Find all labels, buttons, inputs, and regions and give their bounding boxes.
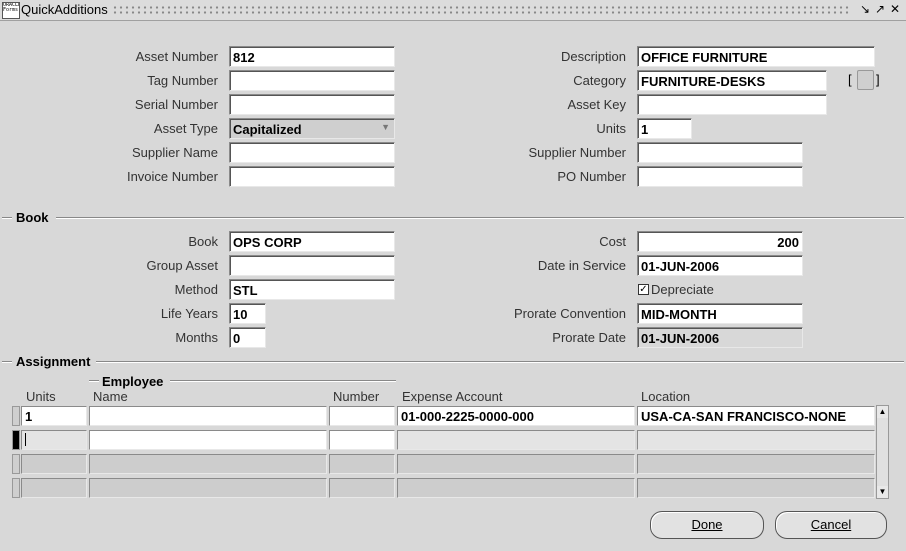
- flexfield-bracket-close: ]: [876, 72, 880, 87]
- asset-type-label: Asset Type: [153, 121, 218, 136]
- employee-group-rule-right: [170, 380, 396, 382]
- depreciate-checkbox[interactable]: ✓: [638, 284, 649, 295]
- scroll-up-icon[interactable]: ▲: [877, 406, 888, 418]
- prorate-convention-label: Prorate Convention: [513, 306, 626, 321]
- row-selector[interactable]: [12, 406, 20, 426]
- employee-name-cell[interactable]: [89, 430, 327, 450]
- date-in-service-label: Date in Service: [537, 258, 626, 273]
- assignment-section-title: Assignment: [16, 354, 91, 369]
- book-divider-left: [2, 217, 12, 219]
- window-titlebar: ORACLE Forms QuickAdditions ↘ ↗ ✕: [0, 0, 906, 21]
- expense-account-cell[interactable]: [397, 478, 635, 498]
- category-label: Category: [573, 73, 626, 88]
- asset-type-select[interactable]: Capitalized ▼: [229, 118, 395, 139]
- employee-group-header: Employee: [102, 374, 164, 389]
- units-label: Units: [596, 121, 626, 136]
- tag-number-field[interactable]: [229, 70, 395, 91]
- asset-key-label: Asset Key: [567, 97, 626, 112]
- supplier-name-label: Supplier Name: [132, 145, 218, 160]
- group-asset-field[interactable]: [229, 255, 395, 276]
- titlebar-texture: [112, 5, 850, 14]
- units-cell[interactable]: [21, 430, 87, 450]
- employee-name-cell[interactable]: [89, 406, 327, 426]
- book-section-title: Book: [16, 210, 49, 225]
- life-years-label: Life Years: [160, 306, 218, 321]
- cost-field[interactable]: 200: [637, 231, 803, 252]
- cost-label: Cost: [599, 234, 626, 249]
- employee-group-rule-left: [89, 380, 99, 382]
- row-selector-current[interactable]: [12, 430, 20, 450]
- employee-number-cell[interactable]: [329, 430, 395, 450]
- maximize-icon[interactable]: ↗: [873, 2, 887, 16]
- po-number-field[interactable]: [637, 166, 803, 187]
- depreciate-label: Depreciate: [651, 282, 714, 297]
- supplier-number-field[interactable]: [637, 142, 803, 163]
- row-selector[interactable]: [12, 454, 20, 474]
- col-expense-account-header: Expense Account: [402, 389, 503, 404]
- col-units-header: Units: [26, 389, 56, 404]
- location-cell[interactable]: [637, 430, 875, 450]
- po-number-label: PO Number: [557, 169, 626, 184]
- col-location-header: Location: [641, 389, 691, 404]
- employee-name-cell[interactable]: [89, 478, 327, 498]
- serial-number-field[interactable]: [229, 94, 395, 115]
- group-asset-label: Group Asset: [146, 258, 218, 273]
- asset-number-label: Asset Number: [135, 49, 218, 64]
- expense-account-cell[interactable]: [397, 430, 635, 450]
- assignment-scrollbar[interactable]: ▲ ▼: [876, 405, 889, 499]
- done-button[interactable]: Done: [650, 511, 764, 539]
- category-field[interactable]: FURNITURE-DESKS: [637, 70, 827, 91]
- method-field[interactable]: STL: [229, 279, 395, 300]
- invoice-number-field[interactable]: [229, 166, 395, 187]
- asset-key-field[interactable]: [637, 94, 827, 115]
- employee-number-cell[interactable]: [329, 454, 395, 474]
- expense-account-cell[interactable]: 01-000-2225-0000-000: [397, 406, 635, 426]
- expense-account-cell[interactable]: [397, 454, 635, 474]
- units-cell[interactable]: 1: [21, 406, 87, 426]
- tag-number-label: Tag Number: [147, 73, 218, 88]
- asset-type-value: Capitalized: [233, 122, 302, 137]
- descriptive-flexfield-button[interactable]: [857, 70, 874, 90]
- prorate-date-field: 01-JUN-2006: [637, 327, 803, 348]
- employee-number-cell[interactable]: [329, 478, 395, 498]
- units-field[interactable]: 1: [637, 118, 692, 139]
- assignment-divider: [96, 361, 904, 363]
- method-label: Method: [174, 282, 218, 297]
- units-cell[interactable]: [21, 454, 87, 474]
- flexfield-bracket-open: [: [848, 72, 852, 87]
- employee-name-cell[interactable]: [89, 454, 327, 474]
- chevron-down-icon[interactable]: ▼: [381, 122, 390, 132]
- months-label: Months: [175, 330, 218, 345]
- units-cell[interactable]: [21, 478, 87, 498]
- row-selector[interactable]: [12, 478, 20, 498]
- description-label: Description: [560, 49, 626, 64]
- book-label: Book: [188, 234, 218, 249]
- supplier-name-field[interactable]: [229, 142, 395, 163]
- invoice-number-label: Invoice Number: [126, 169, 218, 184]
- date-in-service-field[interactable]: 01-JUN-2006: [637, 255, 803, 276]
- location-cell[interactable]: USA-CA-SAN FRANCISCO-NONE: [637, 406, 875, 426]
- cancel-button[interactable]: Cancel: [775, 511, 887, 539]
- book-field[interactable]: OPS CORP: [229, 231, 395, 252]
- serial-number-label: Serial Number: [134, 97, 218, 112]
- oracle-forms-icon: ORACLE Forms: [2, 2, 20, 19]
- col-name-header: Name: [93, 389, 128, 404]
- col-number-header: Number: [333, 389, 380, 404]
- description-field[interactable]: OFFICE FURNITURE: [637, 46, 875, 67]
- window-title: QuickAdditions: [21, 2, 108, 17]
- location-cell[interactable]: [637, 454, 875, 474]
- supplier-number-label: Supplier Number: [528, 145, 626, 160]
- asset-number-field[interactable]: 812: [229, 46, 395, 67]
- assignment-divider-left: [2, 361, 12, 363]
- employee-number-cell[interactable]: [329, 406, 395, 426]
- months-field[interactable]: 0: [229, 327, 266, 348]
- location-cell[interactable]: [637, 478, 875, 498]
- book-divider: [56, 217, 904, 219]
- life-years-field[interactable]: 10: [229, 303, 266, 324]
- prorate-date-label: Prorate Date: [552, 330, 626, 345]
- close-icon[interactable]: ✕: [888, 2, 902, 16]
- minimize-icon[interactable]: ↘: [858, 2, 872, 16]
- scroll-down-icon[interactable]: ▼: [877, 486, 888, 498]
- prorate-convention-field[interactable]: MID-MONTH: [637, 303, 803, 324]
